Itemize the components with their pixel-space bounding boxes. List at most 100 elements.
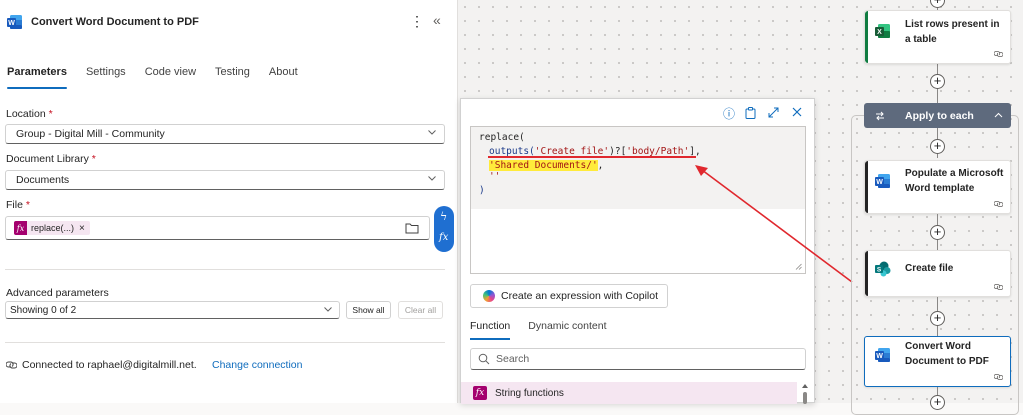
fx-icon: fx: [14, 221, 27, 235]
location-label: Location *: [6, 108, 53, 120]
svg-text:W: W: [876, 179, 883, 186]
card-title: List rows present in a table: [905, 19, 1000, 45]
code-line: 'Shared Documents/',: [489, 160, 603, 171]
expression-tabs: Function Dynamic content: [470, 320, 606, 340]
excel-icon: X: [875, 24, 890, 38]
add-step-button[interactable]: +: [930, 139, 945, 154]
link-icon: [994, 374, 1003, 380]
code-op: ,: [597, 160, 604, 171]
expression-token[interactable]: fx replace(...) ×: [14, 221, 90, 235]
action-details-panel: W Convert Word Document to PDF ⋮ « Param…: [0, 0, 458, 403]
flow-card-create-file[interactable]: S Create file: [864, 250, 1011, 297]
remove-token-icon[interactable]: ×: [79, 223, 85, 234]
annotation-arrow: [695, 165, 853, 283]
flow-card-list-rows[interactable]: X List rows present in a table: [864, 10, 1011, 64]
annotation-underline: [488, 156, 696, 158]
expression-icon[interactable]: fx: [439, 232, 448, 243]
change-connection-link[interactable]: Change connection: [212, 359, 303, 371]
sharepoint-icon: S: [875, 261, 891, 277]
code-line: ): [479, 185, 485, 196]
show-all-button[interactable]: Show all: [346, 301, 391, 319]
add-step-button[interactable]: +: [930, 311, 945, 326]
apply-to-each-label: Apply to each: [905, 109, 974, 122]
code-string-highlight: 'Shared Documents/': [489, 160, 598, 171]
location-value: Group - Digital Mill - Community: [16, 128, 165, 140]
connection-status: Connected to raphael@digitalmill.net.: [22, 359, 197, 371]
panel-title: Convert Word Document to PDF: [31, 16, 199, 28]
copy-clipboard-icon[interactable]: [745, 107, 756, 119]
more-vertical-icon[interactable]: ⋮: [410, 13, 424, 30]
function-category-row[interactable]: fx String functions: [461, 382, 797, 404]
svg-text:W: W: [8, 20, 15, 27]
card-accent: [865, 11, 868, 63]
copilot-icon: [483, 290, 495, 302]
card-accent: [865, 161, 868, 213]
divider: [5, 269, 445, 270]
advanced-parameters-dropdown[interactable]: Showing 0 of 2: [5, 301, 340, 319]
svg-text:W: W: [876, 353, 883, 360]
code-line: replace(: [479, 132, 525, 143]
library-value: Documents: [16, 174, 70, 186]
create-expression-copilot-button[interactable]: Create an expression with Copilot: [470, 284, 668, 308]
folder-icon[interactable]: [405, 222, 419, 234]
apply-to-each-header[interactable]: Apply to each: [864, 103, 1011, 128]
library-label-text: Document Library: [6, 153, 89, 165]
chevron-down-icon: [428, 130, 436, 135]
required-mark: *: [25, 199, 30, 211]
panel-tabs: Parameters Settings Code view Testing Ab…: [7, 66, 298, 89]
card-accent: [865, 251, 868, 296]
file-label: File *: [6, 199, 30, 211]
info-icon[interactable]: ⓘ: [723, 105, 735, 122]
link-icon: [994, 51, 1003, 57]
chevron-down-icon: [428, 176, 436, 181]
word-icon: W: [7, 15, 22, 29]
add-step-button[interactable]: +: [930, 74, 945, 89]
close-icon[interactable]: [792, 107, 802, 117]
required-mark: *: [91, 153, 96, 165]
svg-text:X: X: [877, 29, 882, 36]
token-label: replace(...): [31, 223, 75, 233]
function-category-label: String functions: [495, 387, 564, 399]
expand-icon[interactable]: [768, 107, 779, 118]
tab-settings[interactable]: Settings: [86, 66, 126, 84]
scrollbar[interactable]: [801, 382, 809, 404]
add-step-button[interactable]: +: [930, 225, 945, 240]
tab-testing[interactable]: Testing: [215, 66, 250, 84]
link-icon: [994, 201, 1003, 207]
tab-parameters[interactable]: Parameters: [7, 66, 67, 89]
search-icon: [478, 353, 490, 365]
advanced-label: Advanced parameters: [6, 287, 109, 299]
code-line: '': [489, 171, 501, 182]
flow-card-convert-pdf[interactable]: W Convert Word Document to PDF: [864, 336, 1011, 387]
function-search-input[interactable]: Search: [470, 348, 806, 370]
advanced-value: Showing 0 of 2: [10, 304, 77, 316]
location-dropdown[interactable]: Group - Digital Mill - Community: [5, 124, 445, 144]
insert-token-pill: ϟ fx: [434, 206, 454, 252]
chevron-up-icon[interactable]: [994, 111, 1003, 120]
divider: [5, 342, 445, 343]
flow-card-populate-word[interactable]: W Populate a Microsoft Word template: [864, 160, 1011, 214]
required-mark: *: [48, 108, 53, 120]
search-placeholder: Search: [496, 353, 530, 365]
tab-about[interactable]: About: [269, 66, 298, 84]
double-chevron-left-icon[interactable]: «: [433, 12, 441, 28]
clear-all-button[interactable]: Clear all: [398, 301, 443, 319]
card-title: Create file: [905, 263, 954, 274]
svg-text:S: S: [877, 267, 882, 274]
tab-code-view[interactable]: Code view: [145, 66, 196, 84]
location-label-text: Location: [6, 108, 46, 120]
word-icon: W: [875, 174, 890, 188]
file-input[interactable]: fx replace(...) ×: [5, 216, 430, 240]
fx-icon: fx: [473, 386, 487, 400]
library-dropdown[interactable]: Documents: [5, 170, 445, 190]
tab-dynamic-content[interactable]: Dynamic content: [528, 320, 606, 332]
chevron-down-icon: [324, 307, 332, 312]
card-title: Convert Word Document to PDF: [905, 341, 989, 367]
link-icon: [994, 284, 1003, 290]
copilot-button-label: Create an expression with Copilot: [501, 290, 658, 302]
word-icon: W: [875, 348, 890, 362]
loop-icon: [876, 111, 884, 120]
tab-function[interactable]: Function: [470, 320, 511, 340]
dynamic-content-icon[interactable]: ϟ: [440, 210, 447, 223]
file-label-text: File: [6, 199, 23, 211]
